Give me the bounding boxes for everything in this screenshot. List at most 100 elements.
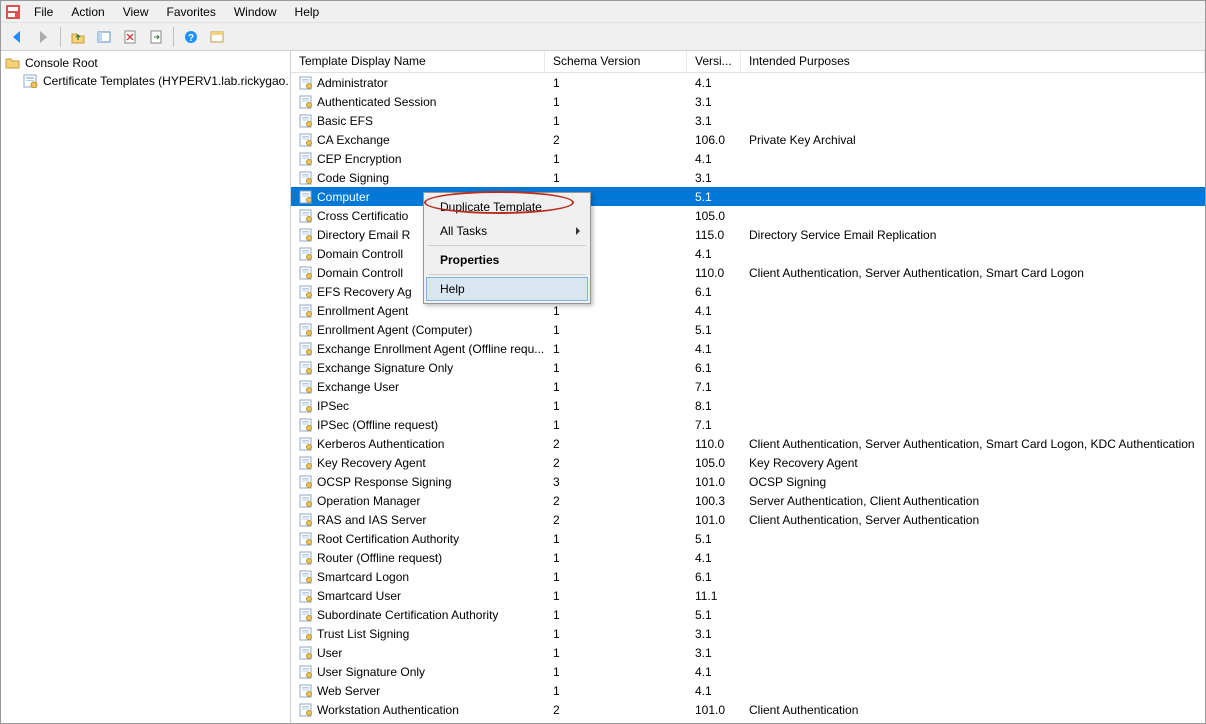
up-folder-icon[interactable] bbox=[66, 25, 90, 49]
cell-version: 4.1 bbox=[687, 551, 741, 565]
cell-version: 5.1 bbox=[687, 323, 741, 337]
table-row[interactable]: Trust List Signing13.1 bbox=[291, 624, 1205, 643]
table-row[interactable]: Basic EFS13.1 bbox=[291, 111, 1205, 130]
table-row[interactable]: Subordinate Certification Authority15.1 bbox=[291, 605, 1205, 624]
delete-icon[interactable] bbox=[118, 25, 142, 49]
cell-version: 105.0 bbox=[687, 456, 741, 470]
template-name-text: OCSP Response Signing bbox=[317, 475, 452, 489]
table-row[interactable]: Operation Manager2100.3Server Authentica… bbox=[291, 491, 1205, 510]
template-name-text: Smartcard User bbox=[317, 589, 401, 603]
table-row[interactable]: RAS and IAS Server2101.0Client Authentic… bbox=[291, 510, 1205, 529]
table-row[interactable]: IPSec (Offline request)17.1 bbox=[291, 415, 1205, 434]
table-row[interactable]: Authenticated Session13.1 bbox=[291, 92, 1205, 111]
menu-item-view[interactable]: View bbox=[114, 3, 158, 21]
help-icon[interactable]: ? bbox=[179, 25, 203, 49]
certificate-icon bbox=[299, 494, 313, 508]
context-menu-all-tasks[interactable]: All Tasks bbox=[426, 219, 588, 243]
certificate-icon bbox=[299, 247, 313, 261]
certificate-icon bbox=[299, 228, 313, 242]
menu-item-favorites[interactable]: Favorites bbox=[158, 3, 225, 21]
table-row[interactable]: Exchange Signature Only16.1 bbox=[291, 358, 1205, 377]
context-menu: Duplicate TemplateAll Tasks Properties Hel… bbox=[423, 192, 591, 304]
table-row[interactable]: Router (Offline request)14.1 bbox=[291, 548, 1205, 567]
certificate-icon bbox=[299, 589, 313, 603]
template-name-text: Code Signing bbox=[317, 171, 389, 185]
tree-root[interactable]: Console Root bbox=[3, 54, 288, 72]
table-row[interactable]: User13.1 bbox=[291, 643, 1205, 662]
template-name-text: Exchange Signature Only bbox=[317, 361, 453, 375]
cell-name: Enrollment Agent (Computer) bbox=[291, 323, 545, 337]
certificate-icon bbox=[299, 304, 313, 318]
template-name-text: EFS Recovery Ag bbox=[317, 285, 412, 299]
certificate-icon bbox=[299, 323, 313, 337]
toolbar-separator bbox=[60, 27, 61, 47]
certificate-icon bbox=[299, 95, 313, 109]
table-row[interactable]: OCSP Response Signing3101.0OCSP Signing bbox=[291, 472, 1205, 491]
cell-version: 105.0 bbox=[687, 209, 741, 223]
show-hide-tree-icon[interactable] bbox=[92, 25, 116, 49]
forward-icon[interactable] bbox=[31, 25, 55, 49]
list-header: Template Display Name Schema Version Ver… bbox=[291, 51, 1205, 73]
menu-item-window[interactable]: Window bbox=[225, 3, 286, 21]
context-menu-properties[interactable]: Properties bbox=[426, 248, 588, 272]
cell-version: 101.0 bbox=[687, 703, 741, 717]
table-row[interactable]: CA Exchange2106.0Private Key Archival bbox=[291, 130, 1205, 149]
col-header-purpose[interactable]: Intended Purposes bbox=[741, 51, 1205, 72]
menu-item-help[interactable]: Help bbox=[286, 3, 329, 21]
cell-version: 3.1 bbox=[687, 646, 741, 660]
cell-schema: 2 bbox=[545, 437, 687, 451]
certificate-icon bbox=[299, 399, 313, 413]
table-row[interactable]: CEP Encryption14.1 bbox=[291, 149, 1205, 168]
cell-schema: 1 bbox=[545, 532, 687, 546]
table-row[interactable]: Smartcard User111.1 bbox=[291, 586, 1205, 605]
cell-name: Exchange User bbox=[291, 380, 545, 394]
table-row[interactable]: User Signature Only14.1 bbox=[291, 662, 1205, 681]
tree-child-cert-templates[interactable]: Certificate Templates (HYPERV1.lab.ricky… bbox=[3, 72, 288, 90]
table-row[interactable]: Administrator14.1 bbox=[291, 73, 1205, 92]
col-header-version[interactable]: Versi... bbox=[687, 51, 741, 72]
cell-name: Enrollment Agent bbox=[291, 304, 545, 318]
list-body[interactable]: Administrator14.1Authenticated Session13… bbox=[291, 73, 1205, 723]
col-header-name[interactable]: Template Display Name bbox=[291, 51, 545, 72]
context-menu-duplicate-template[interactable]: Duplicate Template bbox=[426, 195, 588, 219]
template-name-text: Operation Manager bbox=[317, 494, 420, 508]
col-header-schema[interactable]: Schema Version bbox=[545, 51, 687, 72]
menu-item-file[interactable]: File bbox=[25, 3, 62, 21]
template-name-text: User Signature Only bbox=[317, 665, 425, 679]
folder-icon bbox=[5, 55, 21, 71]
table-row[interactable]: Kerberos Authentication2110.0Client Auth… bbox=[291, 434, 1205, 453]
table-row[interactable]: Code Signing13.1 bbox=[291, 168, 1205, 187]
certificate-icon bbox=[299, 76, 313, 90]
menu-item-action[interactable]: Action bbox=[62, 3, 113, 21]
table-row[interactable]: Enrollment Agent (Computer)15.1 bbox=[291, 320, 1205, 339]
back-icon[interactable] bbox=[5, 25, 29, 49]
context-menu-help[interactable]: Help bbox=[426, 277, 588, 301]
table-row[interactable]: IPSec18.1 bbox=[291, 396, 1205, 415]
table-row[interactable]: Exchange User17.1 bbox=[291, 377, 1205, 396]
cell-version: 3.1 bbox=[687, 171, 741, 185]
table-row[interactable]: Workstation Authentication2101.0Client A… bbox=[291, 700, 1205, 719]
table-row[interactable]: Exchange Enrollment Agent (Offline requ.… bbox=[291, 339, 1205, 358]
table-row[interactable]: Smartcard Logon16.1 bbox=[291, 567, 1205, 586]
cell-name: Smartcard Logon bbox=[291, 570, 545, 584]
template-name-text: Authenticated Session bbox=[317, 95, 436, 109]
template-name-text: Key Recovery Agent bbox=[317, 456, 426, 470]
properties-icon[interactable] bbox=[205, 25, 229, 49]
certificate-template-icon bbox=[23, 73, 39, 89]
export-list-icon[interactable] bbox=[144, 25, 168, 49]
cell-version: 3.1 bbox=[687, 627, 741, 641]
cell-version: 110.0 bbox=[687, 266, 741, 280]
table-row[interactable]: Web Server14.1 bbox=[291, 681, 1205, 700]
table-row[interactable]: Key Recovery Agent2105.0Key Recovery Age… bbox=[291, 453, 1205, 472]
cell-schema: 1 bbox=[545, 304, 687, 318]
cell-name: Exchange Signature Only bbox=[291, 361, 545, 375]
template-name-text: Web Server bbox=[317, 684, 380, 698]
tree-pane[interactable]: Console Root Certificate Templates (HYPE… bbox=[1, 51, 291, 723]
table-row[interactable]: Root Certification Authority15.1 bbox=[291, 529, 1205, 548]
cell-name: Code Signing bbox=[291, 171, 545, 185]
cell-name: CA Exchange bbox=[291, 133, 545, 147]
cell-name: Key Recovery Agent bbox=[291, 456, 545, 470]
certificate-icon bbox=[299, 380, 313, 394]
template-name-text: Smartcard Logon bbox=[317, 570, 409, 584]
cell-schema: 1 bbox=[545, 380, 687, 394]
